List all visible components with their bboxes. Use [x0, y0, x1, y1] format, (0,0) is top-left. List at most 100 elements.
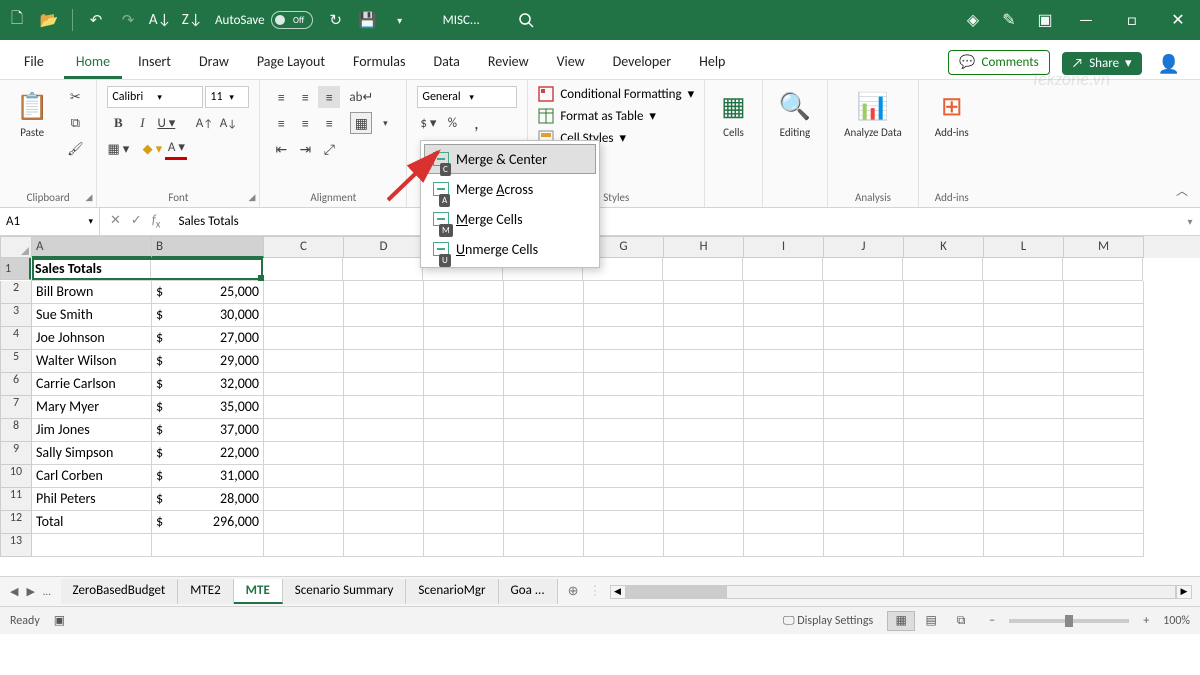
cell[interactable] — [744, 534, 824, 557]
cell[interactable] — [504, 373, 584, 396]
page-layout-view-icon[interactable]: ▤ — [917, 611, 945, 631]
comments-button[interactable]: 💬 Comments — [948, 50, 1049, 75]
cell[interactable]: $35,000 — [152, 396, 264, 419]
cell[interactable] — [584, 419, 664, 442]
cell[interactable] — [344, 304, 424, 327]
row-header[interactable]: 10 — [0, 465, 32, 488]
row-header[interactable]: 8 — [0, 419, 32, 442]
cell[interactable] — [824, 304, 904, 327]
cell[interactable] — [984, 304, 1064, 327]
cell[interactable] — [424, 281, 504, 304]
account-icon[interactable]: 👤 — [1158, 53, 1180, 75]
cell[interactable] — [424, 396, 504, 419]
cell[interactable] — [744, 281, 824, 304]
cell[interactable] — [664, 281, 744, 304]
cell[interactable]: Sue Smith — [32, 304, 152, 327]
zoom-level[interactable]: 100% — [1163, 614, 1190, 628]
column-header[interactable]: J — [824, 236, 904, 258]
row-header[interactable]: 7 — [0, 396, 32, 419]
font-name-select[interactable]: Calibri▾ — [107, 86, 203, 108]
tab-home[interactable]: Home — [64, 45, 122, 79]
cell[interactable] — [424, 419, 504, 442]
cell[interactable] — [904, 419, 984, 442]
cell[interactable] — [664, 350, 744, 373]
cell[interactable] — [1064, 511, 1144, 534]
cell[interactable] — [1064, 442, 1144, 465]
cell[interactable] — [584, 373, 664, 396]
cell[interactable] — [1064, 327, 1144, 350]
new-file-icon[interactable]: 🗋 — [8, 11, 26, 29]
cell[interactable] — [663, 258, 743, 281]
fx-icon[interactable]: fx — [152, 213, 161, 231]
cell[interactable] — [264, 396, 344, 419]
align-center-icon[interactable]: ≡ — [294, 112, 316, 134]
cell[interactable] — [824, 488, 904, 511]
cell[interactable] — [584, 442, 664, 465]
cell[interactable] — [424, 442, 504, 465]
cell[interactable] — [904, 534, 984, 557]
cell[interactable] — [1064, 396, 1144, 419]
cell[interactable] — [344, 442, 424, 465]
cell[interactable] — [984, 281, 1064, 304]
font-launcher[interactable]: ◢ — [248, 192, 255, 203]
cell[interactable]: Jim Jones — [32, 419, 152, 442]
tab-formulas[interactable]: Formulas — [341, 45, 417, 79]
cell[interactable] — [504, 281, 584, 304]
cell[interactable] — [824, 327, 904, 350]
minimize-button[interactable]: — — [1072, 6, 1100, 34]
column-header[interactable]: A — [32, 236, 152, 258]
tab-page-layout[interactable]: Page Layout — [245, 45, 337, 79]
macro-record-icon[interactable]: ▣ — [54, 613, 65, 628]
cell[interactable] — [824, 465, 904, 488]
cell[interactable] — [264, 534, 344, 557]
cell[interactable] — [904, 373, 984, 396]
cell[interactable] — [904, 488, 984, 511]
cell[interactable] — [584, 304, 664, 327]
cell[interactable]: $29,000 — [152, 350, 264, 373]
align-bottom-icon[interactable]: ≡ — [318, 86, 340, 108]
cell[interactable] — [984, 419, 1064, 442]
cell[interactable]: Mary Myer — [32, 396, 152, 419]
row-header[interactable]: 12 — [0, 511, 32, 534]
align-left-icon[interactable]: ≡ — [270, 112, 292, 134]
cell[interactable] — [344, 327, 424, 350]
cell[interactable] — [824, 511, 904, 534]
row-header[interactable]: 13 — [0, 534, 32, 557]
cell[interactable]: Sales Totals — [31, 258, 151, 281]
clipboard-launcher[interactable]: ◢ — [85, 192, 92, 203]
sheet-tab[interactable]: Scenario Summary — [283, 579, 407, 604]
row-header[interactable]: 2 — [0, 281, 32, 304]
tab-draw[interactable]: Draw — [187, 45, 241, 79]
cell[interactable] — [264, 350, 344, 373]
wrap-text-icon[interactable]: ab↵ — [350, 86, 372, 108]
currency-icon[interactable]: $ ▾ — [417, 112, 439, 134]
cell[interactable]: $28,000 — [152, 488, 264, 511]
cell[interactable] — [824, 442, 904, 465]
cell[interactable] — [1064, 350, 1144, 373]
cell[interactable]: $25,000 — [152, 281, 264, 304]
column-header[interactable]: B — [152, 236, 264, 258]
cell[interactable] — [744, 327, 824, 350]
cell[interactable] — [824, 350, 904, 373]
cell[interactable]: Walter Wilson — [32, 350, 152, 373]
normal-view-icon[interactable]: ▦ — [887, 611, 915, 631]
cell[interactable] — [903, 258, 983, 281]
cell[interactable]: $30,000 — [152, 304, 264, 327]
cell[interactable] — [823, 258, 903, 281]
hscroll-right[interactable]: ▶ — [1176, 585, 1192, 599]
cell[interactable] — [584, 534, 664, 557]
indent-increase-icon[interactable]: ⇥ — [294, 138, 316, 160]
cell[interactable] — [343, 258, 423, 281]
row-header[interactable]: 6 — [0, 373, 32, 396]
cell[interactable] — [984, 396, 1064, 419]
cell[interactable] — [904, 396, 984, 419]
column-header[interactable]: C — [264, 236, 344, 258]
cell[interactable] — [504, 396, 584, 419]
cell[interactable] — [664, 511, 744, 534]
hscroll-track[interactable] — [626, 585, 1176, 599]
addins-button[interactable]: ⊞Add-ins — [929, 86, 975, 143]
shrink-font-button[interactable]: A↓ — [217, 112, 239, 134]
cell[interactable] — [1064, 304, 1144, 327]
cell[interactable] — [504, 419, 584, 442]
cell[interactable] — [1064, 419, 1144, 442]
